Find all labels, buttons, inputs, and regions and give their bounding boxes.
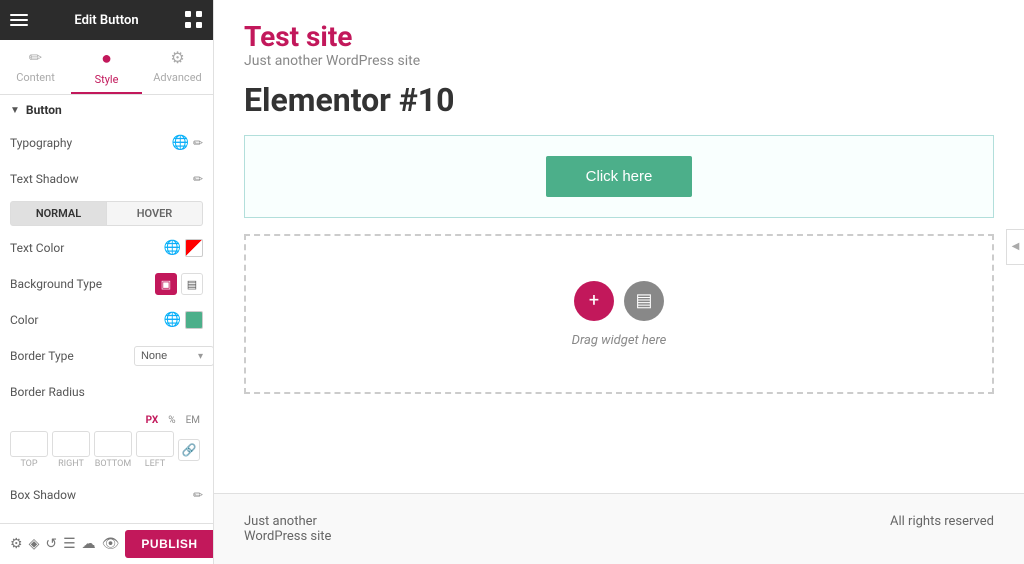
settings-icon-btn[interactable]: ⚙	[10, 532, 23, 556]
page-title: Elementor #10	[244, 81, 994, 119]
panel-tabs: ✏ Content ● Style ⚙ Advanced	[0, 40, 213, 95]
state-normal-btn[interactable]: NORMAL	[10, 201, 107, 226]
border-type-label: Border Type	[10, 349, 134, 363]
publish-button[interactable]: PUBLISH	[125, 530, 213, 558]
save-icon-btn[interactable]: ☁	[82, 532, 96, 556]
background-type-controls: ▣ ▤	[155, 273, 203, 295]
border-type-select[interactable]: None Solid Dashed Dotted Double	[134, 346, 213, 366]
border-type-row: Border Type None Solid Dashed Dotted Dou…	[0, 338, 213, 374]
typography-row: Typography 🌐 ✏	[0, 125, 213, 161]
text-color-row: Text Color 🌐	[0, 230, 213, 266]
border-radius-right-label: RIGHT	[58, 459, 84, 469]
box-shadow-label: Box Shadow	[10, 488, 193, 502]
panel-topbar: Edit Button	[0, 0, 213, 40]
color-label: Color	[10, 313, 164, 327]
text-shadow-row: Text Shadow ✏	[0, 161, 213, 197]
color-controls: 🌐	[164, 311, 203, 329]
border-radius-bottom-input[interactable]	[94, 431, 132, 457]
text-shadow-controls: ✏	[193, 172, 203, 186]
box-shadow-row: Box Shadow ✏	[0, 477, 213, 513]
box-shadow-controls: ✏	[193, 488, 203, 502]
typography-global-icon[interactable]: 🌐	[172, 135, 189, 151]
content-tab-icon: ✏	[29, 48, 42, 67]
tab-style-label: Style	[95, 73, 119, 86]
left-panel: Edit Button ✏ Content ● Style ⚙ Advanced…	[0, 0, 214, 564]
text-color-swatch[interactable]	[185, 239, 203, 257]
search-widget-button[interactable]: ▤	[624, 281, 664, 321]
eye-icon-btn[interactable]: 👁	[102, 532, 120, 556]
border-radius-top-input[interactable]	[10, 431, 48, 457]
border-type-controls: None Solid Dashed Dotted Double ▾	[134, 346, 203, 366]
drag-widget-area: + ▤ Drag widget here	[244, 234, 994, 394]
add-widget-button[interactable]: +	[574, 281, 614, 321]
right-area: Test site Just another WordPress site El…	[214, 0, 1024, 564]
padding-label-row: Padding 🖥	[0, 513, 213, 523]
border-radius-left-wrap: LEFT	[136, 431, 174, 469]
border-radius-right-wrap: RIGHT	[52, 431, 90, 469]
color-global-icon[interactable]: 🌐	[164, 312, 181, 328]
click-here-button[interactable]: Click here	[546, 156, 693, 197]
bg-type-gradient-btn[interactable]: ▤	[181, 273, 203, 295]
border-radius-left-input[interactable]	[136, 431, 174, 457]
state-toggle: NORMAL HOVER	[10, 201, 203, 226]
history-icon-btn[interactable]: ↺	[45, 532, 57, 556]
panel-bottom: ⚙ ◈ ↺ ☰ ☁ 👁 PUBLISH ▾	[0, 523, 213, 564]
text-color-label: Text Color	[10, 241, 164, 255]
tab-style[interactable]: ● Style	[71, 40, 142, 94]
button-widget-area: Click here	[244, 135, 994, 218]
text-shadow-label: Text Shadow	[10, 172, 193, 186]
advanced-tab-icon: ⚙	[170, 48, 184, 67]
panel-body: ▼ Button Typography 🌐 ✏ Text Shadow ✏ NO…	[0, 95, 213, 523]
border-radius-group: PX % EM TOP RIGHT BOTTOM	[0, 410, 213, 477]
typography-label: Typography	[10, 136, 172, 150]
drag-icons: + ▤	[574, 281, 664, 321]
background-type-label: Background Type	[10, 277, 155, 291]
text-color-global-icon[interactable]: 🌐	[164, 240, 181, 256]
state-hover-btn[interactable]: HOVER	[107, 201, 203, 226]
border-radius-unit-em[interactable]: EM	[183, 414, 203, 427]
text-color-controls: 🌐	[164, 239, 203, 257]
typography-controls: 🌐 ✏	[172, 135, 204, 151]
button-section-header[interactable]: ▼ Button	[0, 95, 213, 125]
grid-icon[interactable]	[185, 11, 203, 29]
border-radius-label: Border Radius	[10, 385, 203, 399]
border-radius-bottom-wrap: BOTTOM	[94, 431, 132, 469]
border-radius-right-input[interactable]	[52, 431, 90, 457]
drag-text: Drag widget here	[572, 333, 667, 348]
border-radius-label-row: Border Radius	[0, 374, 213, 410]
border-radius-top-label: TOP	[20, 459, 37, 469]
collapse-panel-arrow[interactable]: ◀	[1006, 229, 1024, 265]
background-type-row: Background Type ▣ ▤	[0, 266, 213, 302]
border-radius-left-label: LEFT	[145, 459, 165, 469]
hamburger-icon[interactable]	[10, 11, 28, 29]
border-radius-unit-percent[interactable]: %	[165, 414, 178, 427]
panel-title: Edit Button	[74, 13, 138, 28]
footer-right-text: All rights reserved	[890, 514, 994, 544]
style-tab-icon: ●	[101, 48, 112, 69]
color-row: Color 🌐	[0, 302, 213, 338]
site-tagline: Just another WordPress site	[244, 53, 994, 69]
tab-advanced-label: Advanced	[153, 71, 201, 84]
preview-footer: Just another WordPress site All rights r…	[214, 493, 1024, 564]
border-radius-link-btn[interactable]: 🔗	[178, 439, 200, 461]
layers-icon-btn[interactable]: ◈	[29, 532, 40, 556]
border-radius-top-wrap: TOP	[10, 431, 48, 469]
footer-left-text: Just another WordPress site	[244, 514, 331, 544]
tab-content[interactable]: ✏ Content	[0, 40, 71, 94]
site-title: Test site	[244, 20, 994, 53]
section-arrow-icon: ▼	[10, 105, 20, 116]
border-radius-bottom-label: BOTTOM	[95, 459, 131, 469]
text-shadow-edit-icon[interactable]: ✏	[193, 172, 203, 186]
box-shadow-edit-icon[interactable]: ✏	[193, 488, 203, 502]
structure-icon-btn[interactable]: ☰	[63, 532, 76, 556]
tab-content-label: Content	[16, 71, 55, 84]
color-swatch[interactable]	[185, 311, 203, 329]
border-radius-unit-px[interactable]: PX	[143, 414, 162, 427]
tab-advanced[interactable]: ⚙ Advanced	[142, 40, 213, 94]
section-label: Button	[26, 103, 62, 117]
preview-area: Test site Just another WordPress site El…	[214, 0, 1024, 493]
bg-type-solid-btn[interactable]: ▣	[155, 273, 177, 295]
typography-edit-icon[interactable]: ✏	[193, 136, 203, 150]
